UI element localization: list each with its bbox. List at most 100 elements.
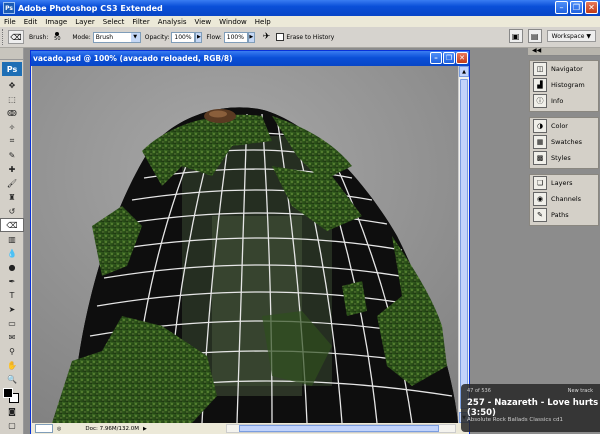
new-track-label: New track: [567, 388, 593, 394]
eyedropper-tool-icon[interactable]: ⚲: [0, 344, 24, 358]
screen-mode-icon[interactable]: ▢: [0, 418, 24, 432]
navigator-icon: ◫: [533, 62, 547, 76]
document-title: vacado.psd @ 100% (avacado reloaded, RGB…: [33, 54, 233, 63]
status-navigate-icon[interactable]: ◎: [57, 426, 61, 432]
brush-preset-picker[interactable]: 50: [50, 29, 64, 45]
workspace-button[interactable]: Workspace ▼: [546, 30, 596, 42]
vertical-scroll-thumb[interactable]: [460, 79, 468, 409]
horizontal-scroll-thumb[interactable]: [239, 425, 439, 432]
close-button[interactable]: ✕: [585, 1, 598, 14]
panel-item-info[interactable]: ⓘ Info: [530, 93, 598, 109]
brush-tool-icon[interactable]: 🖌: [0, 176, 24, 190]
menu-file[interactable]: File: [0, 18, 20, 26]
menu-layer[interactable]: Layer: [71, 18, 99, 26]
doc-minimize-button[interactable]: –: [430, 52, 442, 64]
channels-icon: ◉: [533, 192, 547, 206]
slice-tool-icon[interactable]: ✎: [0, 148, 24, 162]
panel-item-paths[interactable]: ✎ Paths: [530, 207, 598, 223]
minimize-button[interactable]: –: [555, 1, 568, 14]
menu-filter[interactable]: Filter: [128, 18, 153, 26]
panel-dock-header[interactable]: ◀◀: [528, 47, 600, 56]
photoshop-logo[interactable]: Ps: [2, 62, 22, 76]
info-icon: ⓘ: [533, 94, 547, 108]
menu-bar: File Edit Image Layer Select Filter Anal…: [0, 16, 600, 27]
crop-tool-icon[interactable]: ⌗: [0, 134, 24, 148]
opacity-value: 100%: [174, 33, 192, 41]
panel-item-styles[interactable]: ▩ Styles: [530, 150, 598, 166]
scroll-up-icon[interactable]: ▲: [459, 66, 469, 77]
mode-label: Mode:: [72, 33, 91, 41]
document-status-bar: ◎ Doc: 7.96M/132.0M ▶: [31, 423, 469, 434]
panel-item-histogram[interactable]: ▟ Histogram: [530, 77, 598, 93]
quick-mask-icon[interactable]: ◙: [0, 404, 24, 418]
menu-image[interactable]: Image: [41, 18, 71, 26]
chevron-down-icon: ▼: [130, 32, 140, 42]
status-menu-icon[interactable]: ▶: [143, 426, 147, 432]
lasso-tool-icon[interactable]: ↂ: [0, 106, 24, 120]
tools-panel-header[interactable]: [0, 48, 23, 60]
gradient-tool-icon[interactable]: ▥: [0, 232, 24, 246]
layers-icon: ❏: [533, 176, 547, 190]
zoom-tool-icon[interactable]: 🔍: [0, 372, 24, 386]
healing-brush-tool-icon[interactable]: ✚: [0, 162, 24, 176]
pen-tool-icon[interactable]: ✒: [0, 274, 24, 288]
brush-label: Brush:: [29, 33, 49, 41]
tools-panel: Ps ✥ ⬚ ↂ ✧ ⌗ ✎ ✚ 🖌 ♜ ↺ ⌫ ▥ 💧 ● ✒ T ➤ ▭ ✉…: [0, 48, 24, 434]
shape-tool-icon[interactable]: ▭: [0, 316, 24, 330]
app-title: Adobe Photoshop CS3 Extended: [18, 3, 163, 13]
move-tool-icon[interactable]: ✥: [0, 78, 24, 92]
avocado-artwork: [32, 66, 458, 423]
path-selection-tool-icon[interactable]: ➤: [0, 302, 24, 316]
image-canvas[interactable]: [32, 66, 458, 423]
panel-item-layers[interactable]: ❏ Layers: [530, 175, 598, 191]
airbrush-icon[interactable]: ✈: [263, 32, 271, 42]
vertical-scrollbar[interactable]: ▲ ▼: [458, 66, 469, 423]
swatches-icon: ▦: [533, 135, 547, 149]
erase-to-history-label: Erase to History: [286, 33, 335, 41]
flow-input[interactable]: 100%: [223, 31, 248, 43]
marquee-tool-icon[interactable]: ⬚: [0, 92, 24, 106]
flow-label: Flow:: [206, 33, 222, 41]
doc-size-info: Doc: 7.96M/132.0M: [85, 425, 139, 432]
flow-slider-button[interactable]: ▶: [247, 31, 255, 43]
music-notification[interactable]: 47 of 536 New track 257 - Nazareth - Lov…: [461, 384, 600, 432]
menu-help[interactable]: Help: [251, 18, 275, 26]
foreground-color-swatch[interactable]: [3, 388, 13, 398]
erase-to-history-checkbox[interactable]: [276, 33, 285, 41]
blur-tool-icon[interactable]: 💧: [0, 246, 24, 260]
menu-edit[interactable]: Edit: [20, 18, 42, 26]
zoom-level-field[interactable]: [35, 424, 53, 433]
file-browser-icon[interactable]: ▣: [508, 29, 523, 43]
mode-select[interactable]: Brush ▼: [92, 31, 141, 43]
history-brush-tool-icon[interactable]: ↺: [0, 204, 24, 218]
menu-view[interactable]: View: [191, 18, 216, 26]
hand-tool-icon[interactable]: ✋: [0, 358, 24, 372]
opacity-slider-button[interactable]: ▶: [195, 31, 203, 43]
panel-group-layers: ❏ Layers ◉ Channels ✎ Paths: [529, 174, 599, 226]
horizontal-scrollbar[interactable]: [226, 424, 456, 433]
opacity-input[interactable]: 100%: [171, 31, 196, 43]
track-title: 257 - Nazareth - Love hurts (3:50): [467, 398, 599, 418]
panel-item-color[interactable]: ◑ Color: [530, 118, 598, 134]
magic-wand-tool-icon[interactable]: ✧: [0, 120, 24, 134]
panel-item-channels[interactable]: ◉ Channels: [530, 191, 598, 207]
photoshop-app-icon[interactable]: Ps: [3, 2, 15, 14]
eraser-tool-preset-icon[interactable]: ⌫: [8, 30, 24, 44]
clone-stamp-tool-icon[interactable]: ♜: [0, 190, 24, 204]
eraser-tool-icon[interactable]: ⌫: [0, 218, 24, 232]
menu-window[interactable]: Window: [215, 18, 251, 26]
dodge-tool-icon[interactable]: ●: [0, 260, 24, 274]
doc-maximize-button[interactable]: ❐: [443, 52, 455, 64]
options-bar-grip[interactable]: [2, 29, 5, 45]
panel-item-navigator[interactable]: ◫ Navigator: [530, 61, 598, 77]
notes-tool-icon[interactable]: ✉: [0, 330, 24, 344]
document-title-bar[interactable]: vacado.psd @ 100% (avacado reloaded, RGB…: [31, 51, 469, 66]
menu-select[interactable]: Select: [99, 18, 129, 26]
doc-close-button[interactable]: ✕: [456, 52, 468, 64]
menu-analysis[interactable]: Analysis: [154, 18, 191, 26]
panel-item-swatches[interactable]: ▦ Swatches: [530, 134, 598, 150]
palette-well-icon[interactable]: ▤: [527, 29, 542, 43]
collapse-arrows-icon[interactable]: ◀◀: [532, 47, 541, 54]
type-tool-icon[interactable]: T: [0, 288, 24, 302]
maximize-button[interactable]: ❐: [570, 1, 583, 14]
